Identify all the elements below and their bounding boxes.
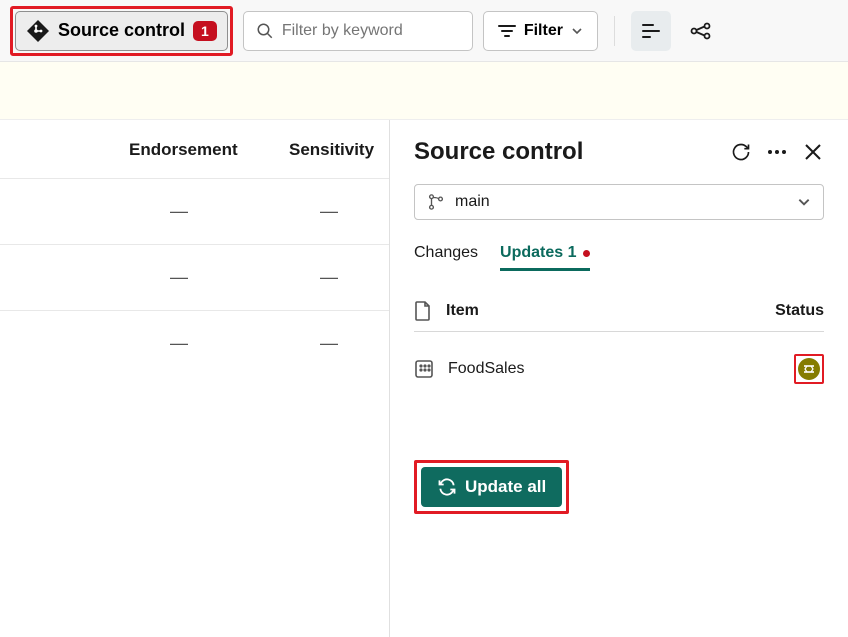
source-control-highlight: Source control 1 bbox=[10, 6, 233, 56]
lineage-view-button[interactable] bbox=[681, 11, 721, 51]
chevron-down-icon bbox=[797, 195, 811, 209]
search-input[interactable] bbox=[282, 22, 460, 40]
table-header: Endorsement Sensitivity bbox=[0, 120, 389, 178]
cell-sensitivity: — bbox=[289, 267, 369, 288]
tab-updates[interactable]: Updates 1 bbox=[500, 238, 589, 271]
branch-icon bbox=[427, 193, 445, 211]
tab-changes[interactable]: Changes bbox=[414, 238, 478, 271]
status-conflict-icon bbox=[798, 358, 820, 380]
tabs: Changes Updates 1 bbox=[414, 238, 824, 271]
panel-footer: Update all bbox=[414, 460, 824, 514]
search-icon bbox=[256, 22, 274, 40]
more-options-button[interactable] bbox=[766, 141, 788, 163]
updates-list-header: Item Status bbox=[414, 291, 824, 332]
branch-selector[interactable]: main bbox=[414, 184, 824, 220]
source-control-label: Source control bbox=[58, 20, 185, 41]
chevron-down-icon bbox=[571, 25, 583, 37]
source-control-button[interactable]: Source control 1 bbox=[15, 11, 228, 51]
updates-indicator-dot bbox=[583, 250, 590, 257]
close-button[interactable] bbox=[802, 141, 824, 163]
list-item[interactable]: FoodSales bbox=[414, 332, 824, 400]
column-sensitivity[interactable]: Sensitivity bbox=[289, 140, 369, 160]
cell-endorsement: — bbox=[129, 333, 229, 354]
cell-endorsement: — bbox=[129, 201, 229, 222]
items-table: Endorsement Sensitivity — — — — — — bbox=[0, 120, 390, 637]
content-area: Endorsement Sensitivity — — — — — — Sour… bbox=[0, 120, 848, 637]
filter-label: Filter bbox=[524, 22, 563, 40]
source-control-badge: 1 bbox=[193, 21, 217, 41]
table-row[interactable]: — — bbox=[0, 310, 389, 376]
status-highlight bbox=[794, 354, 824, 384]
sync-icon bbox=[437, 477, 457, 497]
panel-title: Source control bbox=[414, 138, 583, 166]
notification-band bbox=[0, 62, 848, 120]
list-view-button[interactable] bbox=[631, 11, 671, 51]
cell-endorsement: — bbox=[129, 267, 229, 288]
panel-header: Source control bbox=[414, 138, 824, 166]
search-box[interactable] bbox=[243, 11, 473, 51]
toolbar: Source control 1 Filter bbox=[0, 0, 848, 62]
filter-button[interactable]: Filter bbox=[483, 11, 598, 51]
dataset-icon bbox=[414, 359, 434, 379]
update-all-button[interactable]: Update all bbox=[421, 467, 562, 507]
table-row[interactable]: — — bbox=[0, 178, 389, 244]
list-header-status: Status bbox=[775, 302, 824, 320]
source-control-panel: Source control main bbox=[390, 120, 848, 637]
update-all-label: Update all bbox=[465, 477, 546, 497]
panel-actions bbox=[730, 141, 824, 163]
column-endorsement[interactable]: Endorsement bbox=[129, 140, 229, 160]
branch-name: main bbox=[455, 193, 787, 211]
cell-sensitivity: — bbox=[289, 201, 369, 222]
file-icon bbox=[414, 301, 432, 321]
tab-updates-label: Updates 1 bbox=[500, 244, 576, 262]
tab-changes-label: Changes bbox=[414, 244, 478, 262]
source-control-icon bbox=[26, 19, 50, 43]
table-row[interactable]: — — bbox=[0, 244, 389, 310]
list-header-item: Item bbox=[446, 302, 479, 320]
update-all-highlight: Update all bbox=[414, 460, 569, 514]
item-name: FoodSales bbox=[448, 360, 525, 378]
filter-icon bbox=[498, 24, 516, 38]
refresh-button[interactable] bbox=[730, 141, 752, 163]
cell-sensitivity: — bbox=[289, 333, 369, 354]
toolbar-divider bbox=[614, 16, 615, 46]
